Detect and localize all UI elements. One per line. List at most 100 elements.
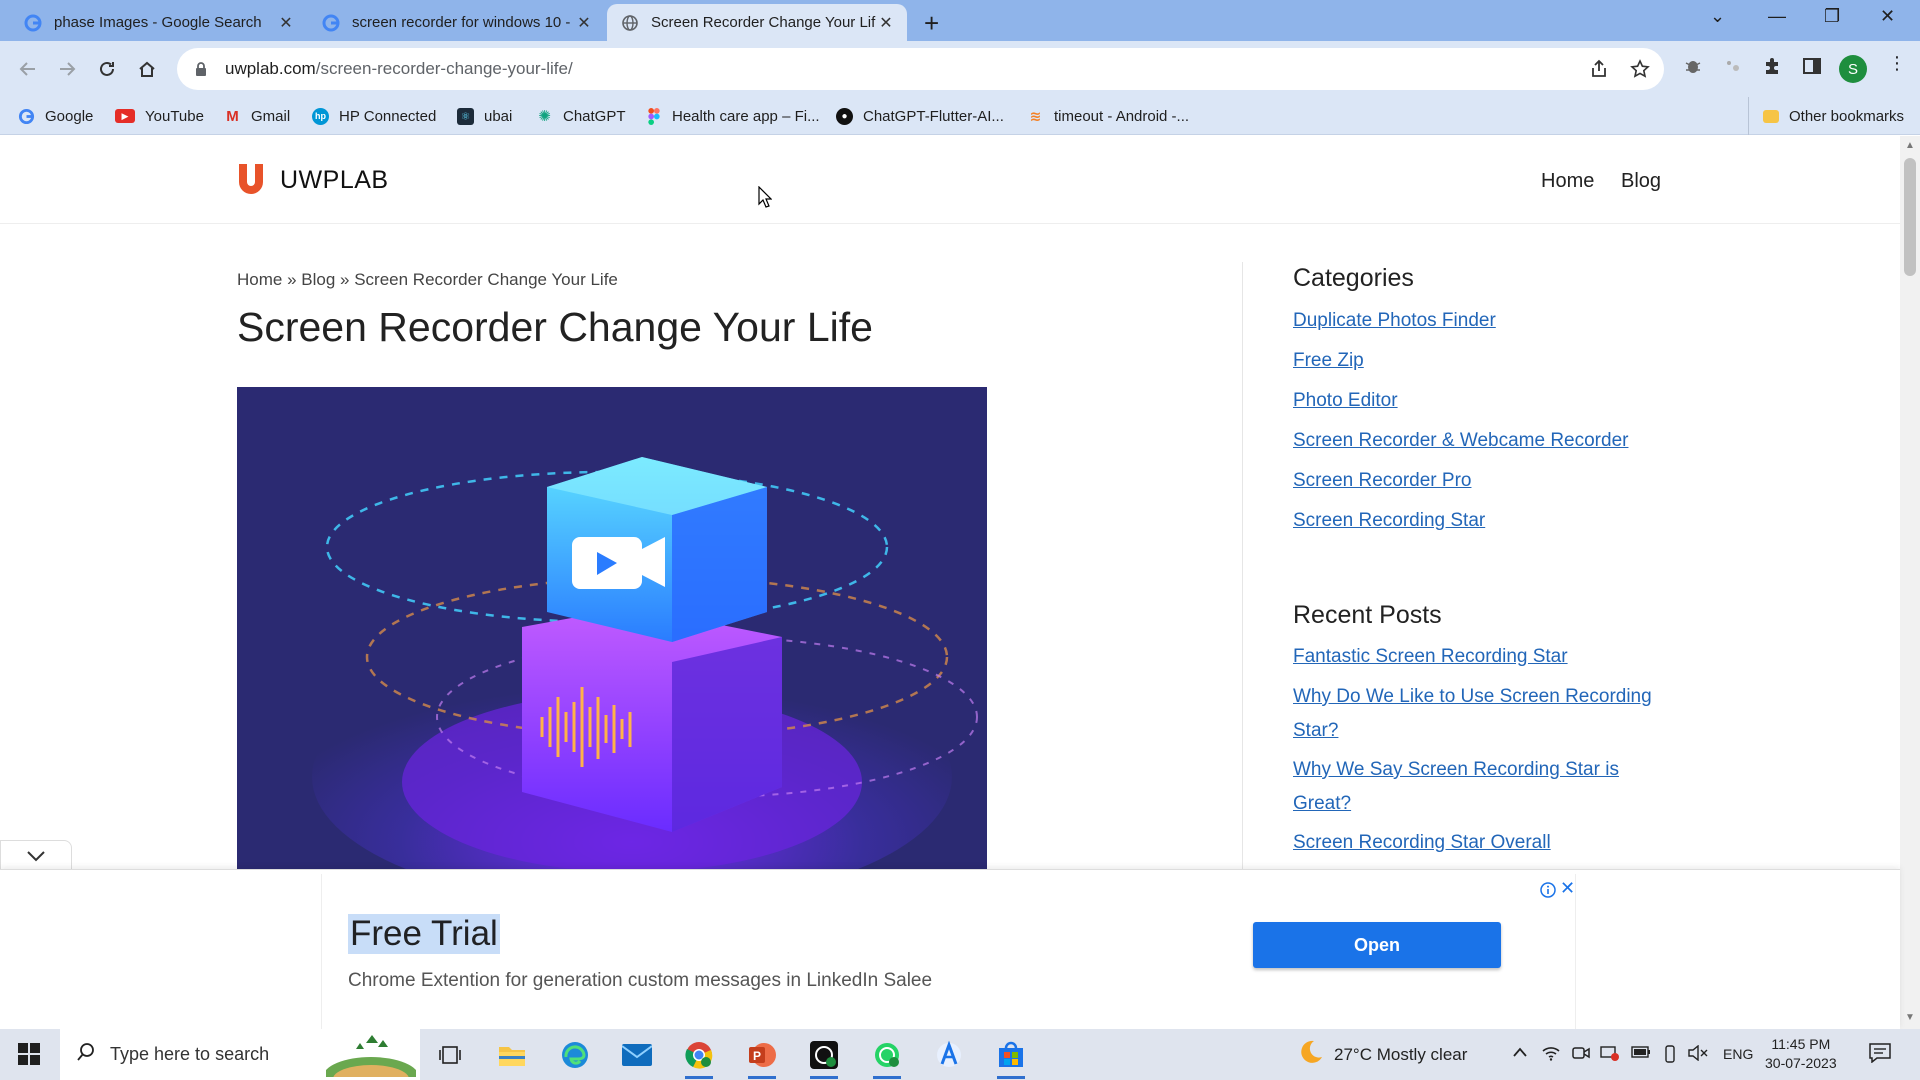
bookmark-gmail[interactable]: M Gmail	[224, 97, 290, 135]
recent-post-link[interactable]: Fantastic Screen Recording Star	[1293, 640, 1673, 674]
scroll-up-icon[interactable]: ▲	[1905, 140, 1915, 151]
new-tab-button[interactable]: +	[924, 8, 939, 39]
mail-icon[interactable]	[619, 1037, 655, 1073]
bookmark-youtube[interactable]: ▶ YouTube	[115, 97, 204, 135]
breadcrumb-blog[interactable]: Blog	[301, 270, 335, 289]
scroll-down-icon[interactable]: ▼	[1905, 1012, 1915, 1023]
weather-text: 27°C Mostly clear	[1334, 1044, 1468, 1064]
ad-description: Chrome Extention for generation custom m…	[348, 970, 933, 991]
post-title: Screen Recorder Change Your Life	[237, 304, 873, 350]
browser-tab[interactable]: screen recorder for windows 10 - ✕	[308, 4, 605, 41]
ad-close-icon[interactable]: ✕	[1560, 878, 1575, 899]
uwplab-logo-icon[interactable]	[237, 162, 265, 196]
bookmark-label: ChatGPT	[563, 107, 626, 125]
google-icon	[24, 14, 42, 32]
svg-text:P: P	[753, 1049, 761, 1063]
address-bar[interactable]: uwplab.com/screen-recorder-change-your-l…	[177, 48, 1664, 90]
globe-icon	[621, 14, 639, 32]
nav-blog-link[interactable]: Blog	[1621, 170, 1661, 193]
ad-open-button[interactable]: Open	[1253, 922, 1501, 968]
close-tab-icon[interactable]: ✕	[877, 13, 895, 33]
edge-icon[interactable]	[557, 1037, 593, 1073]
file-explorer-icon[interactable]	[494, 1037, 530, 1073]
browser-tab[interactable]: phase Images - Google Search ✕	[10, 4, 307, 41]
bookmark-chatgpt-flutter[interactable]: ● ChatGPT-Flutter-AI...	[836, 97, 1004, 135]
close-tab-icon[interactable]: ✕	[277, 13, 295, 33]
extension-bug-icon[interactable]	[1683, 56, 1703, 81]
powerpoint-icon[interactable]: P	[744, 1037, 780, 1079]
share-icon[interactable]	[1589, 59, 1609, 84]
meet-now-icon[interactable]	[1572, 1045, 1590, 1064]
search-icon	[76, 1042, 96, 1067]
scrollbar-thumb[interactable]	[1904, 158, 1916, 276]
category-link[interactable]: Screen Recording Star	[1293, 504, 1673, 538]
recent-post-link[interactable]: Screen Recording Star Overall	[1293, 826, 1673, 860]
task-view-icon[interactable]	[432, 1037, 468, 1073]
home-icon[interactable]	[133, 55, 161, 83]
url-host: uwplab.com	[225, 59, 316, 78]
page-scrollbar[interactable]: ▲ ▼	[1900, 136, 1920, 1029]
category-link[interactable]: Photo Editor	[1293, 384, 1673, 418]
ad-collapse-button[interactable]	[0, 840, 72, 870]
recent-post-link[interactable]: Why Do We Like to Use Screen Recording S…	[1293, 680, 1673, 748]
bookmark-timeout-android[interactable]: ≋ timeout - Android -...	[1027, 97, 1189, 135]
android-studio-icon[interactable]	[931, 1037, 967, 1073]
ad-title[interactable]: Free Trial	[348, 914, 500, 954]
chatgpt-icon: ✺	[538, 108, 551, 125]
profile-avatar[interactable]: S	[1839, 55, 1867, 83]
bookmark-google[interactable]: Google	[18, 97, 93, 135]
category-link[interactable]: Duplicate Photos Finder	[1293, 304, 1673, 338]
recent-post-link[interactable]: Why We Say Screen Recording Star is Grea…	[1293, 753, 1673, 821]
notifications-icon[interactable]	[1869, 1043, 1891, 1066]
battery-icon[interactable]	[1631, 1045, 1651, 1062]
system-clock[interactable]: 11:45 PM 30-07-2023	[1765, 1035, 1837, 1073]
back-icon[interactable]	[14, 55, 42, 83]
windows-start-icon[interactable]	[18, 1043, 40, 1070]
minimize-icon[interactable]: —	[1768, 6, 1786, 27]
bookmark-ubai[interactable]: ⚛ ubai	[457, 97, 512, 135]
chrome-icon[interactable]	[681, 1037, 717, 1079]
breadcrumb: Home » Blog » Screen Recorder Change You…	[237, 270, 618, 290]
tab-title: phase Images - Google Search	[54, 14, 262, 31]
bookmark-health-care-app[interactable]: Health care app – Fi...	[645, 97, 820, 135]
category-link[interactable]: Screen Recorder & Webcame Recorder	[1293, 424, 1673, 458]
wifi-icon[interactable]	[1542, 1045, 1560, 1064]
google-icon	[322, 14, 340, 32]
network-error-icon[interactable]	[1600, 1045, 1620, 1064]
bookmark-label: timeout - Android -...	[1054, 107, 1190, 125]
nav-home-link[interactable]: Home	[1541, 170, 1594, 193]
whatsapp-icon[interactable]	[869, 1037, 905, 1079]
forward-icon[interactable]	[53, 55, 81, 83]
bookmark-hp-connected[interactable]: hp HP Connected	[312, 97, 436, 135]
bookmark-chatgpt[interactable]: ✺ ChatGPT	[536, 97, 626, 135]
taskbar-search-box[interactable]: Type here to search	[60, 1029, 420, 1080]
extensions-puzzle-icon[interactable]	[1762, 56, 1782, 81]
extension-sparkle-icon[interactable]	[1722, 56, 1742, 81]
usb-device-icon[interactable]	[1664, 1045, 1676, 1066]
bookmark-star-icon[interactable]	[1630, 59, 1650, 84]
chevron-up-icon[interactable]	[1512, 1045, 1528, 1061]
breadcrumb-home[interactable]: Home	[237, 270, 282, 289]
ad-content[interactable]: Free Trial Chrome Extention for generati…	[321, 874, 1576, 1030]
restore-icon[interactable]: ❐	[1824, 6, 1840, 27]
close-window-icon[interactable]: ✕	[1880, 6, 1895, 27]
side-panel-icon[interactable]	[1802, 56, 1822, 81]
weather-widget[interactable]: 27°C Mostly clear	[1296, 1029, 1467, 1080]
speaker-muted-icon[interactable]	[1688, 1044, 1708, 1064]
site-logo-text[interactable]: UWPLAB	[280, 166, 389, 195]
store-icon[interactable]	[993, 1037, 1029, 1079]
category-link[interactable]: Free Zip	[1293, 344, 1673, 378]
close-tab-icon[interactable]: ✕	[575, 13, 593, 33]
lock-icon[interactable]	[193, 61, 209, 77]
react-icon: ⚛	[457, 107, 474, 125]
reload-icon[interactable]	[93, 55, 121, 83]
chatgpt-app-icon[interactable]	[806, 1037, 842, 1079]
other-bookmarks[interactable]: Other bookmarks	[1748, 97, 1904, 135]
browser-tab-active[interactable]: Screen Recorder Change Your Lif ✕	[607, 4, 907, 41]
tab-search-icon[interactable]: ⌄	[1710, 6, 1725, 27]
ad-info-icon[interactable]	[1540, 882, 1556, 903]
search-placeholder: Type here to search	[110, 1044, 270, 1064]
language-indicator[interactable]: ENG	[1723, 1046, 1753, 1062]
category-link[interactable]: Screen Recorder Pro	[1293, 464, 1673, 498]
menu-kebab-icon[interactable]: ⋮	[1888, 53, 1906, 74]
